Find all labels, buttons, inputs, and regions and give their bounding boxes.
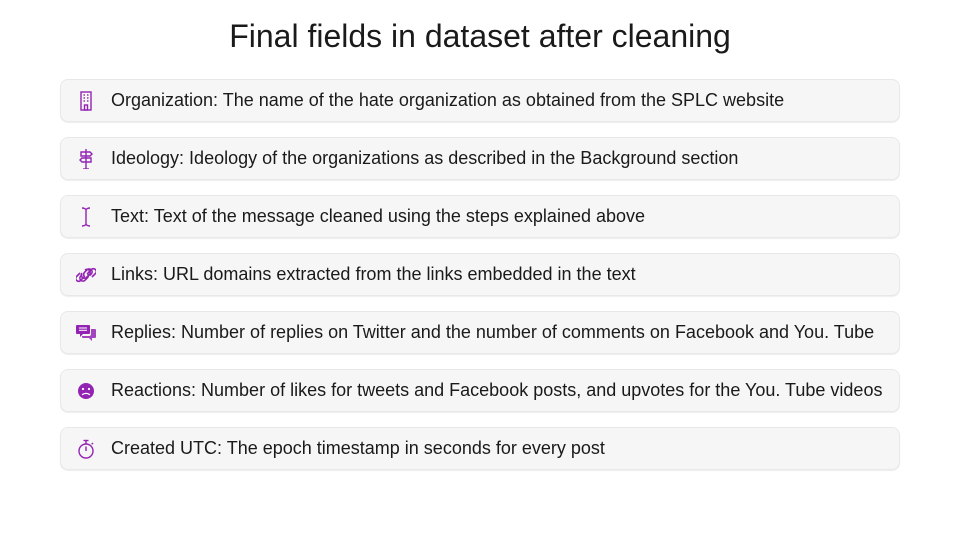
list-item: Ideology: Ideology of the organizations … (60, 137, 900, 180)
comments-icon (75, 324, 97, 342)
face-icon (75, 382, 97, 400)
building-icon (75, 91, 97, 111)
field-text: Ideology: Ideology of the organizations … (111, 147, 738, 170)
list-item: Links: URL domains extracted from the li… (60, 253, 900, 296)
signpost-icon (75, 149, 97, 169)
field-text: Organization: The name of the hate organ… (111, 89, 784, 112)
field-text: Replies: Number of replies on Twitter an… (111, 321, 874, 344)
link-icon (75, 265, 97, 285)
field-text: Text: Text of the message cleaned using … (111, 205, 645, 228)
list-item: Replies: Number of replies on Twitter an… (60, 311, 900, 354)
slide: Final fields in dataset after cleaning O… (0, 0, 960, 540)
list-item: Text: Text of the message cleaned using … (60, 195, 900, 238)
field-list: Organization: The name of the hate organ… (60, 79, 900, 470)
list-item: Created UTC: The epoch timestamp in seco… (60, 427, 900, 470)
field-text: Created UTC: The epoch timestamp in seco… (111, 437, 605, 460)
list-item: Organization: The name of the hate organ… (60, 79, 900, 122)
cursor-icon (75, 207, 97, 227)
stopwatch-icon (75, 439, 97, 459)
field-text: Reactions: Number of likes for tweets an… (111, 379, 882, 402)
field-text: Links: URL domains extracted from the li… (111, 263, 636, 286)
list-item: Reactions: Number of likes for tweets an… (60, 369, 900, 412)
slide-title: Final fields in dataset after cleaning (60, 18, 900, 55)
